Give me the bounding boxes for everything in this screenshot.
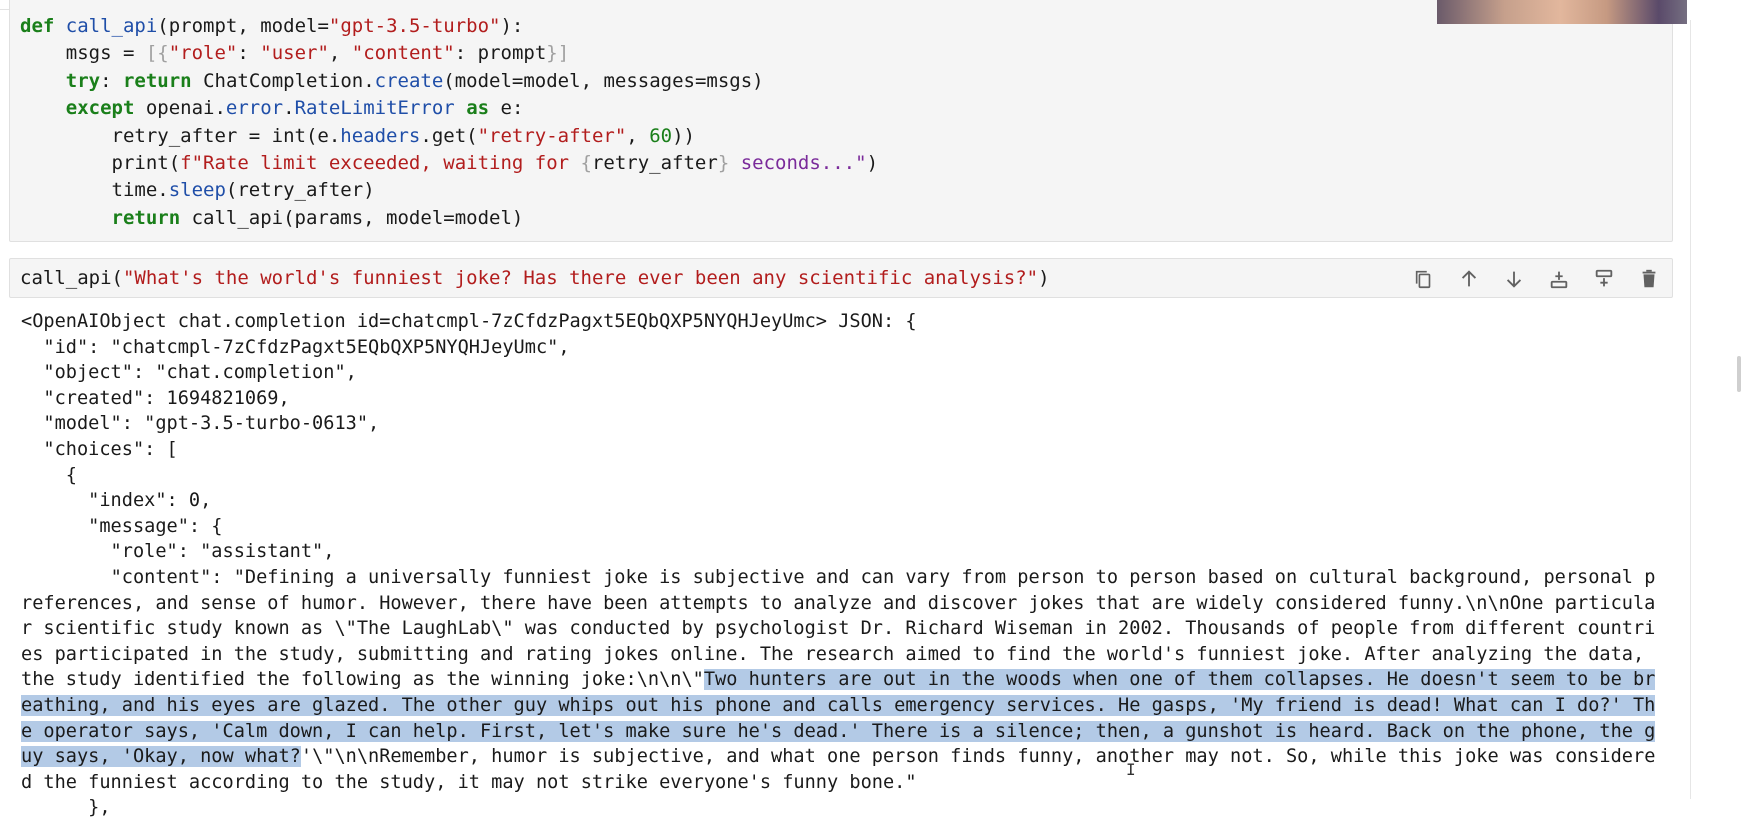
move-down-button[interactable] (1498, 265, 1529, 293)
insert-below-button[interactable] (1543, 265, 1574, 293)
text-cursor-icon: I (1126, 760, 1136, 779)
output-line: "index": 0, (21, 490, 212, 512)
move-up-button[interactable] (1453, 265, 1484, 293)
delete-cell-button[interactable] (1633, 265, 1664, 293)
output-line: "created": 1694821069, (21, 387, 290, 409)
right-gutter (1687, 0, 1745, 799)
copy-icon (1415, 270, 1430, 289)
scrollbar-thumb[interactable] (1737, 356, 1741, 392)
code-line: msgs = [{"role": "user", "content": prom… (20, 42, 570, 65)
output-content-field: "content": "Defining a universally funni… (21, 565, 1663, 795)
code-line: call_api("What's the world's funniest jo… (20, 267, 1050, 289)
code-line: retry_after = int(e.headers.get("retry-a… (20, 124, 695, 147)
code-line: return call_api(params, model=model) (111, 206, 524, 229)
code-editor[interactable]: call_api("What's the world's funniest jo… (20, 265, 1050, 292)
trash-icon (1642, 269, 1655, 288)
code-line: except openai.error.RateLimitError as e: (65, 97, 524, 120)
insert-above-icon (1595, 269, 1612, 287)
output-json-header: <OpenAIObject chat.completion id=chatcmp… (21, 309, 1663, 565)
output-line: { (21, 464, 77, 486)
output-line: "model": "gpt-3.5-turbo-0613", (21, 413, 380, 435)
cell-toolbar (1408, 265, 1664, 293)
code-cell-call-api-invocation[interactable]: call_api("What's the world's funniest jo… (9, 258, 1673, 298)
output-line: "message": { (21, 515, 223, 537)
output-line: "id": "chatcmpl-7zCfdzPagxt5EQbQXP5NYQHJ… (21, 336, 570, 358)
output-line: "object": "chat.completion", (21, 362, 357, 384)
code-line: print(f"Rate limit exceeded, waiting for… (20, 151, 879, 174)
output-line: "choices": [ (21, 438, 178, 460)
code-line: time.sleep(retry_after) (20, 179, 375, 202)
duplicate-cell-button[interactable] (1408, 265, 1439, 293)
code-line: def call_api(prompt, model="gpt-3.5-turb… (20, 15, 524, 37)
move-down-icon (1506, 271, 1521, 288)
code-line: try: return ChatCompletion.create(model=… (65, 69, 764, 92)
output-line: <OpenAIObject chat.completion id=chatcmp… (21, 311, 917, 332)
output-line: "role": "assistant", (21, 541, 335, 563)
insert-below-icon (1550, 271, 1567, 289)
output-json-tail: }, (21, 797, 111, 819)
code-cell-call-api-definition[interactable]: def call_api(prompt, model="gpt-3.5-turb… (9, 0, 1673, 242)
move-up-icon (1461, 270, 1476, 287)
code-editor[interactable]: def call_api(prompt, model="gpt-3.5-turb… (20, 13, 878, 232)
scrollbar-track (1690, 20, 1691, 799)
insert-above-button[interactable] (1588, 265, 1619, 293)
cell-output: <OpenAIObject chat.completion id=chatcmp… (21, 309, 1663, 821)
